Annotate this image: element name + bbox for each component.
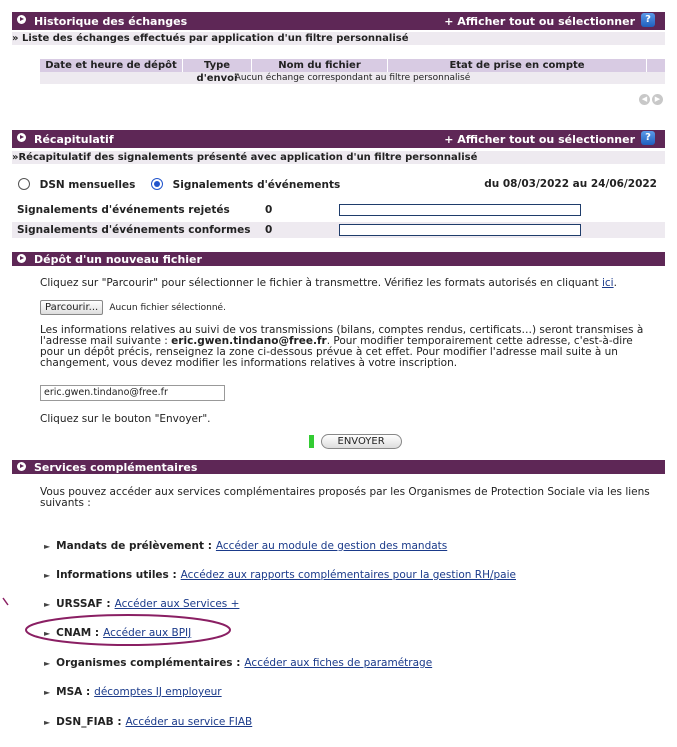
highlight-ellipse [25, 614, 231, 646]
highlight-annotation [2, 597, 231, 646]
annotation-tick [2, 597, 9, 606]
